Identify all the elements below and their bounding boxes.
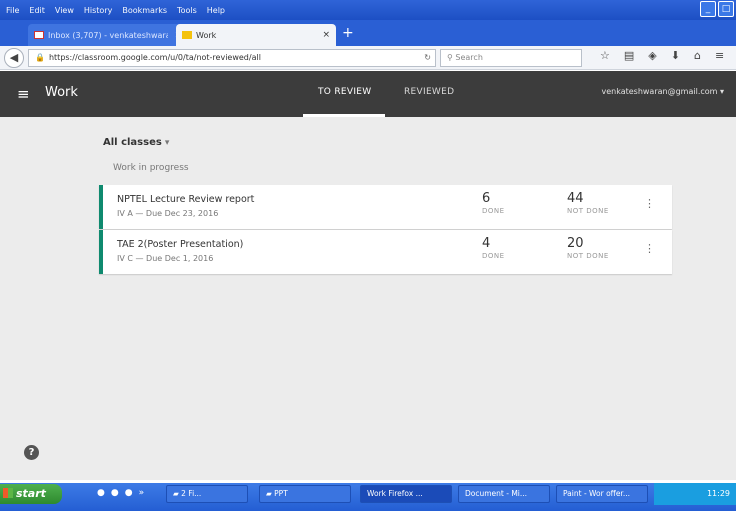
menu-bookmarks[interactable]: Bookmarks xyxy=(122,6,167,15)
pocket-icon[interactable]: ◈ xyxy=(648,49,656,62)
more-vert-icon[interactable]: ⋮ xyxy=(644,243,655,254)
taskbar-item-label: 2 Fi... xyxy=(181,489,202,498)
menu-help[interactable]: Help xyxy=(207,6,225,15)
tab-reviewed[interactable]: REVIEWED xyxy=(404,87,454,97)
quick-launch: ● ● ● » xyxy=(97,488,144,498)
done-stat: 6 DONE xyxy=(482,191,505,216)
menu-file[interactable]: File xyxy=(6,6,19,15)
chrome-icon[interactable]: ● xyxy=(125,488,133,498)
system-tray: 11:29 xyxy=(654,483,736,505)
assignment-card[interactable]: NPTEL Lecture Review report IV A — Due D… xyxy=(99,185,672,229)
app-header: ≡ Work TO REVIEW REVIEWED venkateshwaran… xyxy=(0,71,736,117)
section-heading: Work in progress xyxy=(113,163,189,173)
done-label: DONE xyxy=(482,207,505,215)
search-input[interactable]: ⚲ Search xyxy=(440,49,582,67)
taskbar-item[interactable]: ▰ 2 Fi... xyxy=(166,485,248,503)
folder-icon: ▰ xyxy=(266,489,275,498)
browser-icon[interactable]: ● xyxy=(111,488,119,498)
taskbar-item[interactable]: ▰ PPT xyxy=(259,485,351,503)
gmail-icon xyxy=(34,31,44,39)
assignment-subtitle: IV A — Due Dec 23, 2016 xyxy=(117,209,219,218)
taskbar-item-label: Paint - Wor offer... xyxy=(563,489,630,498)
taskbar-item[interactable]: Paint - Wor offer... xyxy=(556,485,648,503)
assignment-card[interactable]: TAE 2(Poster Presentation) IV C — Due De… xyxy=(99,230,672,274)
lock-icon: 🔒 xyxy=(35,53,45,62)
start-label: start xyxy=(16,487,46,500)
not-done-count: 20 xyxy=(567,236,584,251)
classroom-icon xyxy=(182,31,192,39)
url-text: https://classroom.google.com/u/0/ta/not-… xyxy=(48,53,261,62)
clock: 11:29 xyxy=(706,489,730,498)
not-done-label: NOT DONE xyxy=(567,252,609,260)
hamburger-menu-icon[interactable]: ≡ xyxy=(17,85,30,103)
done-label: DONE xyxy=(482,252,505,260)
menu-history[interactable]: History xyxy=(84,6,112,15)
not-done-stat: 44 NOT DONE xyxy=(567,191,609,216)
not-done-count: 44 xyxy=(567,191,584,206)
overflow-chevron-icon[interactable]: » xyxy=(139,488,145,498)
taskbar-item[interactable]: Work Firefox ... xyxy=(360,485,452,503)
browser-menu-bar: File Edit View History Bookmarks Tools H… xyxy=(0,0,736,20)
taskbar-item-label: PPT xyxy=(274,489,288,498)
folder-icon: ▰ xyxy=(173,489,182,498)
browser-tab-strip: Inbox (3,707) - venkateshwaran × Work × … xyxy=(0,20,736,46)
firefox-icon[interactable]: ● xyxy=(97,488,105,498)
class-filter-label: All classes xyxy=(103,137,162,148)
screen: File Edit View History Bookmarks Tools H… xyxy=(0,0,736,511)
menu-view[interactable]: View xyxy=(55,6,74,15)
help-icon[interactable]: ? xyxy=(24,445,39,460)
menu-edit[interactable]: Edit xyxy=(29,6,45,15)
main-content: All classes ▾ Work in progress NPTEL Lect… xyxy=(0,117,736,480)
not-done-label: NOT DONE xyxy=(567,207,609,215)
caret-down-icon: ▾ xyxy=(164,138,170,148)
assignment-title[interactable]: TAE 2(Poster Presentation) xyxy=(117,239,243,250)
more-vert-icon[interactable]: ⋮ xyxy=(644,198,655,209)
not-done-stat: 20 NOT DONE xyxy=(567,236,609,261)
done-count: 6 xyxy=(482,191,491,206)
browser-tab-work[interactable]: Work × xyxy=(176,24,336,46)
download-icon[interactable]: ⬇ xyxy=(671,49,680,62)
taskbar-item-label: Document - Mi... xyxy=(465,489,528,498)
menu-icon[interactable]: ≡ xyxy=(715,49,724,62)
tab-title: Inbox (3,707) - venkateshwaran xyxy=(48,30,168,40)
search-placeholder: Search xyxy=(455,53,483,62)
assignment-subtitle: IV C — Due Dec 1, 2016 xyxy=(117,254,214,263)
reload-icon[interactable]: ↻ xyxy=(424,50,431,66)
bookmarks-list-icon[interactable]: ▤ xyxy=(624,49,634,62)
windows-taskbar: start ● ● ● » ▰ 2 Fi... ▰ PPT Work Firef… xyxy=(0,483,736,511)
home-icon[interactable]: ⌂ xyxy=(694,49,701,62)
class-filter-dropdown[interactable]: All classes ▾ xyxy=(103,137,169,148)
maximize-button[interactable]: □ xyxy=(718,1,734,17)
close-tab-icon[interactable]: × xyxy=(322,30,330,40)
windows-flag-icon xyxy=(3,488,13,498)
bookmark-star-icon[interactable]: ☆ xyxy=(600,49,610,62)
done-stat: 4 DONE xyxy=(482,236,505,261)
url-bar[interactable]: 🔒 https://classroom.google.com/u/0/ta/no… xyxy=(28,49,436,67)
tab-title: Work xyxy=(196,30,217,40)
page-title: Work xyxy=(45,85,78,100)
tab-to-review[interactable]: TO REVIEW xyxy=(318,87,371,97)
minimize-button[interactable]: _ xyxy=(700,1,716,17)
start-button[interactable]: start xyxy=(0,484,62,504)
new-tab-icon[interactable]: + xyxy=(342,26,354,40)
toolbar-icons: ☆ ▤ ◈ ⬇ ⌂ ≡ xyxy=(600,49,724,62)
menu-tools[interactable]: Tools xyxy=(177,6,197,15)
browser-toolbar: ◀ 🔒 https://classroom.google.com/u/0/ta/… xyxy=(0,46,736,70)
taskbar-item-label: Work Firefox ... xyxy=(367,489,423,498)
assignment-title[interactable]: NPTEL Lecture Review report xyxy=(117,194,254,205)
taskbar-item[interactable]: Document - Mi... xyxy=(458,485,550,503)
account-menu[interactable]: venkateshwaran@gmail.com ▾ xyxy=(601,87,724,96)
window-controls: _ □ xyxy=(700,1,734,17)
done-count: 4 xyxy=(482,236,491,251)
browser-tab-inbox[interactable]: Inbox (3,707) - venkateshwaran × xyxy=(28,24,188,46)
back-arrow-icon[interactable]: ◀ xyxy=(4,48,24,68)
